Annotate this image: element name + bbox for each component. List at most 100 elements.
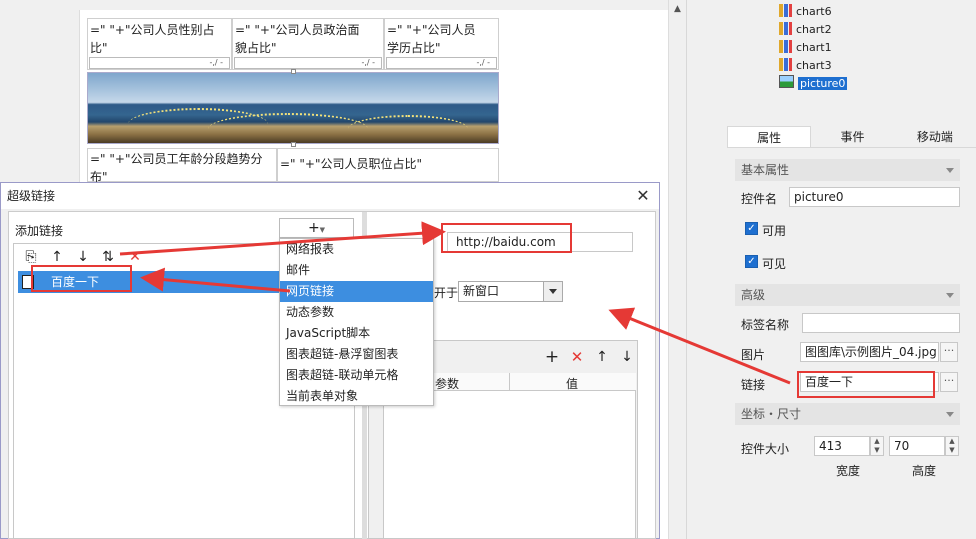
move-down-icon[interactable]: ↓ [74, 248, 92, 266]
picture0-image[interactable] [87, 72, 499, 144]
delete-icon[interactable]: ✕ [126, 248, 144, 266]
chevron-down-icon[interactable] [543, 282, 562, 301]
menu-item-chart-linked-cell[interactable]: 图表超链-联动单元格 [280, 365, 433, 386]
add-param-icon[interactable]: + [543, 348, 561, 366]
section-basic[interactable]: 基本属性 [735, 159, 960, 181]
canvas-vertical-scrollbar[interactable]: ▲ [668, 0, 686, 539]
tab-events[interactable]: 事件 [811, 126, 893, 147]
dialog-title: 超级链接 [1, 183, 659, 209]
resize-handle[interactable] [291, 142, 296, 147]
collapse-caret-icon [946, 412, 954, 417]
menu-item-javascript[interactable]: JavaScript脚本 [280, 323, 433, 344]
add-link-dropdown[interactable]: +▼ [279, 218, 354, 238]
annotation-box [441, 223, 572, 253]
mini-select[interactable]: -,/ - [89, 57, 230, 69]
picture-label: 图片 [741, 348, 766, 362]
close-icon[interactable]: ✕ [630, 184, 656, 208]
tree-item-chart6[interactable]: chart6 [779, 3, 959, 21]
property-tabs: 属性 事件 移动端 [727, 126, 976, 148]
cell-formula-line1: =" "+"公司人员政治面 [235, 23, 360, 37]
menu-item-web-report[interactable]: 网络报表 [280, 239, 433, 260]
tree-item-label: chart3 [796, 59, 832, 72]
tree-item-picture0[interactable]: picture0 [779, 75, 959, 93]
chart-icon [779, 22, 792, 35]
chart-cell-position[interactable]: =" "+"公司人员职位占比" [277, 148, 499, 182]
cell-formula-line1: =" "+"公司人员 [387, 23, 476, 37]
height-label: 高度 [912, 464, 937, 478]
control-name-input[interactable]: picture0 [789, 187, 960, 207]
component-tree: chart6 chart2 chart1 chart3 picture0 [779, 3, 959, 93]
link-type-menu: 网络报表 邮件 网页链接 动态参数 JavaScript脚本 图表超链-悬浮窗图… [279, 238, 434, 406]
section-title: 基本属性 [741, 163, 790, 177]
tree-item-chart1[interactable]: chart1 [779, 39, 959, 57]
picture-icon [779, 75, 794, 88]
param-down-icon[interactable]: ↓ [618, 348, 636, 366]
width-spinner[interactable]: ▲ ▼ [870, 436, 884, 456]
section-advanced[interactable]: 高级 [735, 284, 960, 306]
mini-select[interactable]: -,/ - [234, 57, 382, 69]
annotation-box [31, 265, 132, 292]
menu-item-dynamic-params[interactable]: 动态参数 [280, 302, 433, 323]
section-title: 坐标・尺寸 [741, 407, 802, 421]
link-edit-button[interactable]: ··· [940, 372, 958, 392]
menu-item-web-link[interactable]: 网页链接 [280, 281, 433, 302]
tree-item-label: chart6 [796, 5, 832, 18]
cell-formula-line2: 学历占比" [387, 41, 441, 55]
section-coordinates[interactable]: 坐标・尺寸 [735, 403, 960, 425]
height-input[interactable]: 70 [889, 436, 945, 456]
height-spinner[interactable]: ▲ ▼ [945, 436, 959, 456]
move-up-icon[interactable]: ↑ [48, 248, 66, 266]
chart-cell-age[interactable]: =" "+"公司员工年龄分段趋势分 布" [87, 148, 277, 184]
annotation-box [797, 371, 935, 398]
cell-formula-line2: 貌占比" [235, 41, 277, 55]
picture-browse-button[interactable]: ··· [940, 342, 958, 362]
link-label: 链接 [741, 378, 766, 392]
visible-label: 可见 [762, 257, 787, 271]
cell-formula-line1: =" "+"公司人员性别占 [90, 23, 215, 37]
tag-name-label: 标签名称 [741, 318, 790, 332]
add-link-label: 添加链接 [15, 224, 64, 238]
enabled-label: 可用 [762, 224, 787, 238]
open-target-value: 新窗口 [463, 284, 500, 298]
picture-path-input[interactable]: 图图库\示例图片_04.jpg [800, 342, 939, 362]
menu-item-email[interactable]: 邮件 [280, 260, 433, 281]
tree-item-label: chart2 [796, 23, 832, 36]
enabled-checkbox[interactable]: ✓ [745, 222, 758, 235]
open-in-label: 开于 [434, 286, 459, 300]
value-column-header: 值 [566, 377, 579, 391]
menu-item-current-form[interactable]: 当前表单对象 [280, 386, 433, 407]
cell-formula-line2: 比" [90, 41, 108, 55]
mini-select[interactable]: -,/ - [386, 57, 497, 69]
scroll-up-arrow-icon[interactable]: ▲ [669, 4, 686, 14]
visible-checkbox[interactable]: ✓ [745, 255, 758, 268]
section-title: 高级 [741, 288, 766, 302]
copy-icon[interactable]: ⎘ [22, 248, 40, 266]
width-label: 宽度 [836, 464, 861, 478]
chevron-down-icon: ▼ [319, 226, 326, 234]
column-divider [509, 373, 510, 391]
control-name-label: 控件名 [741, 192, 778, 206]
param-column-header: 参数 [435, 377, 460, 391]
tab-mobile[interactable]: 移动端 [894, 126, 976, 147]
collapse-caret-icon [946, 293, 954, 298]
reorder-icon[interactable]: ⇅ [99, 248, 117, 266]
menu-item-chart-popup[interactable]: 图表超链-悬浮窗图表 [280, 344, 433, 365]
tree-item-chart2[interactable]: chart2 [779, 21, 959, 39]
size-label: 控件大小 [741, 442, 790, 456]
collapse-caret-icon [946, 168, 954, 173]
chart-icon [779, 4, 792, 17]
width-input[interactable]: 413 [814, 436, 870, 456]
tag-name-input[interactable] [802, 313, 960, 333]
add-icon: + [307, 220, 320, 236]
tree-item-label: picture0 [798, 77, 848, 90]
wave-decoration [208, 113, 368, 145]
cell-formula-line1: =" "+"公司员工年龄分段趋势分 [90, 152, 263, 166]
tree-item-label: chart1 [796, 41, 832, 54]
resize-handle[interactable] [291, 69, 296, 74]
tab-properties[interactable]: 属性 [727, 126, 812, 147]
chart-icon [779, 40, 792, 53]
tree-item-chart3[interactable]: chart3 [779, 57, 959, 75]
delete-param-icon[interactable]: ✕ [568, 348, 586, 366]
param-up-icon[interactable]: ↑ [593, 348, 611, 366]
cell-formula-line1: =" "+"公司人员职位占比" [280, 157, 423, 171]
